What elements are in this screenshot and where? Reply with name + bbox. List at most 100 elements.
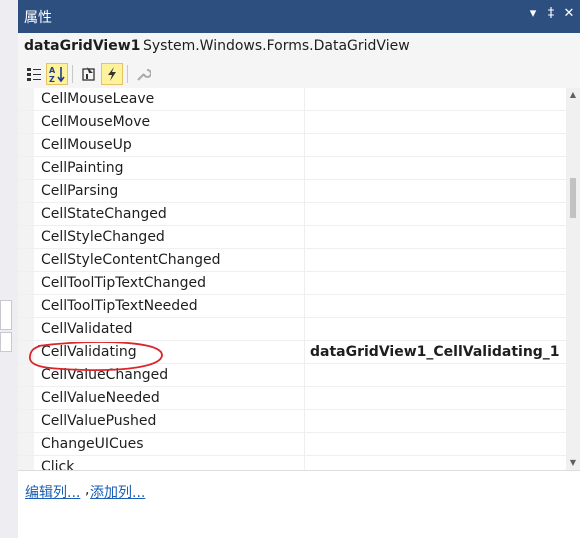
row-gutter <box>18 456 34 470</box>
row-gutter <box>18 433 34 455</box>
event-row[interactable]: CellValidating dataGridView1_CellValidati… <box>18 341 566 364</box>
event-name: CellToolTipTextNeeded <box>41 298 198 314</box>
row-gutter <box>18 341 34 363</box>
event-name: CellValueNeeded <box>41 390 160 406</box>
scroll-thumb[interactable] <box>570 178 576 218</box>
property-pages-icon <box>137 69 151 81</box>
row-gutter <box>18 295 34 317</box>
event-row[interactable]: CellMouseUp <box>18 134 566 157</box>
column-divider <box>304 134 305 156</box>
event-name: CellStyleContentChanged <box>41 252 221 268</box>
add-column-link[interactable]: 添加列... <box>90 482 145 502</box>
event-name: CellStyleChanged <box>41 229 165 245</box>
event-name: CellToolTipTextChanged <box>41 275 207 291</box>
column-divider <box>304 157 305 179</box>
column-divider <box>304 341 305 363</box>
event-name: CellParsing <box>41 183 119 199</box>
properties-button[interactable] <box>78 63 100 85</box>
event-name: Click <box>41 459 75 470</box>
row-gutter <box>18 88 34 110</box>
close-icon[interactable]: ✕ <box>560 6 578 21</box>
event-name: CellValidating <box>41 344 137 360</box>
left-docked-panel-edge <box>0 0 18 538</box>
row-gutter <box>18 226 34 248</box>
column-divider <box>304 364 305 386</box>
event-name: CellMouseUp <box>41 137 132 153</box>
column-divider <box>304 226 305 248</box>
toolbar-separator <box>127 65 128 83</box>
left-panel-fragment <box>0 300 12 330</box>
event-row[interactable]: CellStyleContentChanged <box>18 249 566 272</box>
property-pages-button[interactable] <box>132 63 154 85</box>
row-gutter <box>18 111 34 133</box>
column-divider <box>304 111 305 133</box>
alphabetical-button[interactable]: A Z <box>46 63 68 85</box>
row-gutter <box>18 180 34 202</box>
event-row[interactable]: Click <box>18 456 566 470</box>
event-row[interactable]: CellStyleChanged <box>18 226 566 249</box>
column-divider <box>304 272 305 294</box>
event-name: CellMouseMove <box>41 114 151 130</box>
scroll-down-arrow-icon[interactable]: ▼ <box>566 456 580 470</box>
properties-toolbar: A Z <box>18 60 580 89</box>
pin-icon[interactable]: ‡ <box>542 6 560 21</box>
row-gutter <box>18 410 34 432</box>
categorized-button[interactable] <box>23 63 45 85</box>
row-gutter <box>18 249 34 271</box>
vertical-scrollbar[interactable]: ▲ ▼ <box>566 88 580 470</box>
column-divider <box>304 295 305 317</box>
column-divider <box>304 249 305 271</box>
row-gutter <box>18 157 34 179</box>
event-name: CellMouseLeave <box>41 91 155 107</box>
event-row[interactable]: CellParsing <box>18 180 566 203</box>
window-position-dropdown-icon[interactable]: ▾ <box>524 6 542 21</box>
events-button[interactable] <box>101 63 123 85</box>
object-selector[interactable]: dataGridView1 System.Windows.Forms.DataG… <box>18 33 580 61</box>
designer-verbs-area: 编辑列... , 添加列... <box>18 470 580 539</box>
event-name: ChangeUICues <box>41 436 144 452</box>
row-gutter <box>18 203 34 225</box>
object-type: System.Windows.Forms.DataGridView <box>143 38 410 54</box>
event-row[interactable]: CellMouseLeave <box>18 88 566 111</box>
scroll-up-arrow-icon[interactable]: ▲ <box>566 88 580 102</box>
row-gutter <box>18 318 34 340</box>
event-row[interactable]: CellValueChanged <box>18 364 566 387</box>
event-row[interactable]: CellValidated <box>18 318 566 341</box>
link-separator: , <box>85 482 90 498</box>
event-row[interactable]: CellPainting <box>18 157 566 180</box>
events-icon <box>108 67 116 81</box>
event-row[interactable]: CellMouseMove <box>18 111 566 134</box>
alphabetical-icon: A Z <box>49 66 65 83</box>
event-handler-value[interactable]: dataGridView1_CellValidating_1 <box>310 344 560 360</box>
svg-text:A: A <box>49 66 56 75</box>
row-gutter <box>18 134 34 156</box>
column-divider <box>304 387 305 409</box>
toolbar-separator <box>72 65 73 83</box>
row-gutter <box>18 387 34 409</box>
event-row[interactable]: CellToolTipTextNeeded <box>18 295 566 318</box>
events-grid: CellMouseLeave CellMouseMove CellMouseUp Ce… <box>18 88 566 470</box>
event-row[interactable]: CellValuePushed <box>18 410 566 433</box>
event-row[interactable]: CellValueNeeded <box>18 387 566 410</box>
event-name: CellValueChanged <box>41 367 169 383</box>
column-divider <box>304 318 305 340</box>
event-row[interactable]: ChangeUICues <box>18 433 566 456</box>
properties-icon <box>82 67 95 81</box>
event-name: CellValuePushed <box>41 413 157 429</box>
column-divider <box>304 410 305 432</box>
column-divider <box>304 203 305 225</box>
event-name: CellStateChanged <box>41 206 167 222</box>
event-name: CellValidated <box>41 321 133 337</box>
object-name: dataGridView1 <box>24 38 141 54</box>
column-divider <box>304 88 305 110</box>
properties-title-bar: 属性 ▾ ‡ ✕ <box>18 0 580 33</box>
column-divider <box>304 433 305 455</box>
event-row[interactable]: CellStateChanged <box>18 203 566 226</box>
edit-columns-link[interactable]: 编辑列... <box>25 482 80 502</box>
svg-text:Z: Z <box>49 75 55 83</box>
event-name: CellPainting <box>41 160 124 176</box>
column-divider <box>304 456 305 470</box>
categorized-icon <box>27 68 41 81</box>
event-row[interactable]: CellToolTipTextChanged <box>18 272 566 295</box>
column-divider <box>304 180 305 202</box>
